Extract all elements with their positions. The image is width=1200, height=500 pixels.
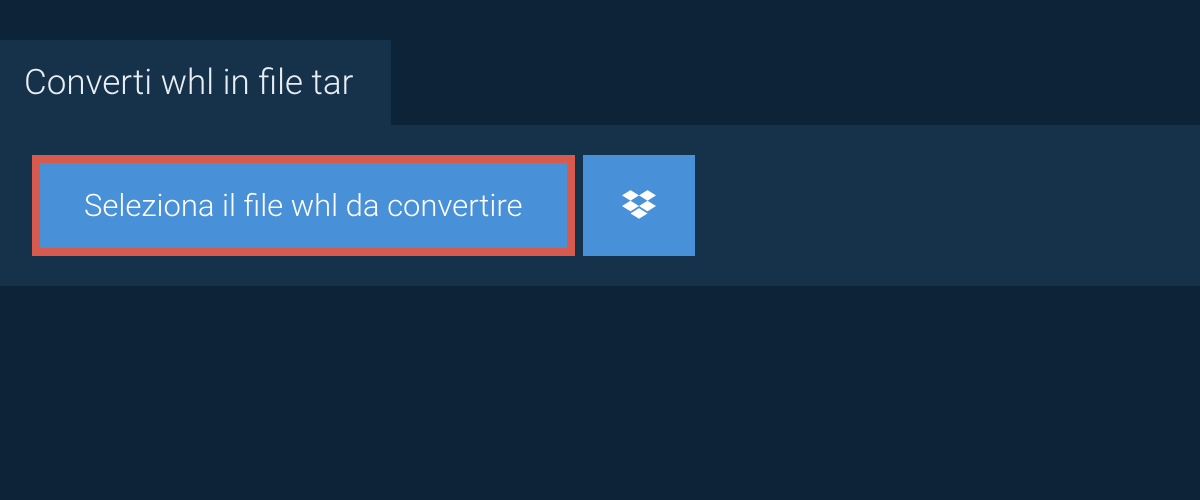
select-file-button[interactable]: Seleziona il file whl da convertire (32, 155, 575, 256)
tab-title: Converti whl in file tar (24, 62, 353, 103)
conversion-tab: Converti whl in file tar (0, 40, 391, 125)
upload-panel: Seleziona il file whl da convertire (0, 125, 1200, 286)
button-row: Seleziona il file whl da convertire (32, 155, 1168, 256)
select-file-label: Seleziona il file whl da convertire (84, 187, 523, 224)
dropbox-icon (622, 190, 656, 222)
dropbox-upload-button[interactable] (583, 155, 695, 256)
